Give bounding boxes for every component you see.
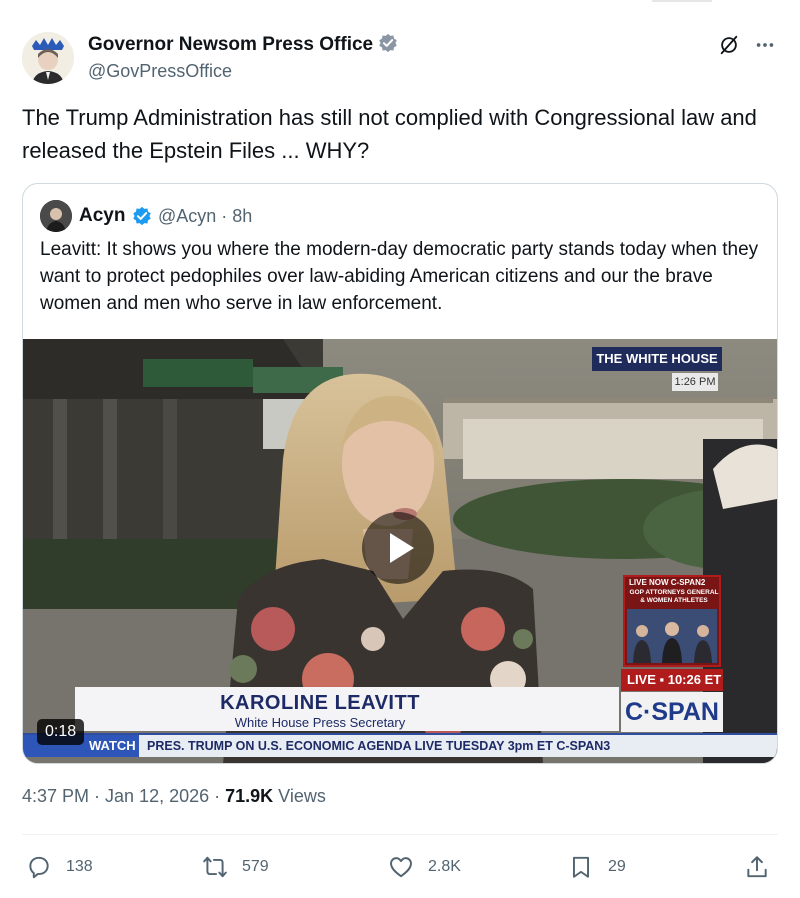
ticker-text: PRES. TRUMP ON U.S. ECONOMIC AGENDA LIVE… — [147, 739, 611, 753]
pip-caption: GOP ATTORNEYS GENERAL & WOMEN ATHLETES — [629, 589, 719, 604]
repost-icon — [203, 856, 227, 878]
like-count: 2.8K — [428, 858, 461, 875]
tweet-meta: 4:37 PM · Jan 12, 2026 · 71.9K Views — [22, 786, 326, 807]
grok-icon[interactable] — [718, 34, 740, 56]
reply-count: 138 — [66, 858, 93, 875]
divider — [22, 834, 778, 835]
pip-header: LIVE NOW C-SPAN2 — [629, 578, 706, 587]
quoted-tweet-text: Leavitt: It shows you where the modern-d… — [40, 239, 759, 314]
repost-count: 579 — [242, 858, 269, 875]
more-icon[interactable] — [754, 34, 776, 56]
author-name-text[interactable]: Governor Newsom Press Office — [88, 34, 373, 55]
quoted-author-name: Acyn — [79, 205, 126, 226]
author-handle[interactable]: @GovPressOffice — [88, 61, 232, 82]
quoted-tweet-card[interactable]: Acyn @Acyn · 8h Leavitt: It shows you wh… — [22, 183, 778, 764]
lower-third-title: White House Press Secretary — [234, 715, 406, 730]
network-logo: C·SPAN — [621, 692, 723, 732]
live-indicator: LIVE ▪ 10:26 ET — [621, 669, 723, 691]
share-icon — [747, 856, 767, 878]
bookmark-icon — [572, 856, 590, 878]
quoted-author-handle: @Acyn · 8h — [158, 206, 253, 226]
reply-icon — [29, 856, 49, 879]
play-icon[interactable] — [362, 512, 434, 584]
timestamp[interactable]: 4:37 PM · Jan 12, 2026 · — [22, 786, 225, 806]
pip-scene — [627, 609, 717, 663]
author-name[interactable]: Governor Newsom Press Office — [88, 33, 398, 56]
top-divider — [652, 0, 712, 2]
tweet-text: The Trump Administration has still not c… — [22, 105, 757, 163]
location-time: 1:26 PM — [672, 373, 718, 391]
bookmark-count: 29 — [608, 858, 626, 875]
views-label: Views — [273, 786, 326, 806]
video-player[interactable]: THE WHITE HOUSE 1:26 PM LIVE NOW C-SPAN2… — [23, 339, 777, 763]
verified-badge-icon — [379, 33, 397, 53]
lower-third: KAROLINE LEAVITT White House Press Secre… — [75, 687, 619, 731]
pip-inset: LIVE NOW C-SPAN2 GOP ATTORNEYS GENERAL &… — [623, 575, 721, 667]
location-title: THE WHITE HOUSE — [592, 347, 722, 371]
tweet-header: Governor Newsom Press Office @GovPressOf… — [22, 28, 778, 88]
video-duration: 0:18 — [37, 719, 85, 745]
author-avatar[interactable] — [22, 32, 74, 84]
news-ticker: WATCH PRES. TRUMP ON U.S. ECONOMIC AGEND… — [23, 733, 777, 757]
action-bar: 138 579 2.8K 29 — [22, 846, 778, 890]
location-bug: THE WHITE HOUSE 1:26 PM — [592, 347, 722, 393]
views-count[interactable]: 71.9K — [225, 786, 273, 806]
quoted-author-avatar — [40, 200, 72, 232]
like-icon — [390, 857, 412, 878]
verified-badge-icon — [133, 206, 151, 226]
lower-third-name: KAROLINE LEAVITT — [220, 692, 420, 714]
